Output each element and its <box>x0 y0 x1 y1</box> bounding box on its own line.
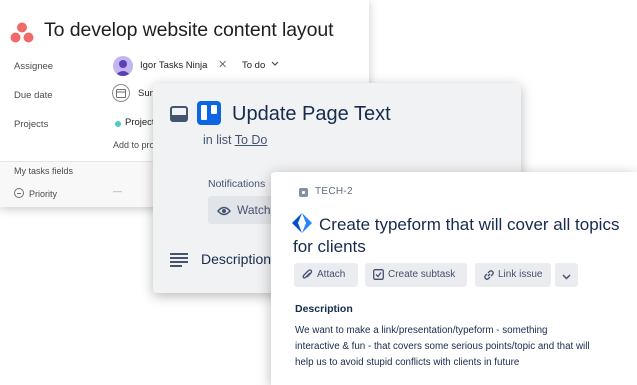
link-issue-label: Link issue <box>498 269 543 280</box>
assignee-label: Assignee <box>14 61 54 72</box>
close-icon[interactable]: ✕ <box>218 58 227 71</box>
card-title[interactable]: Update Page Text <box>232 103 391 126</box>
attach-label: Attach <box>317 269 346 280</box>
link-issue-button[interactable]: Link issue <box>475 263 551 287</box>
project-color-dot <box>115 121 121 127</box>
add-to-projects-button[interactable]: Add to pro <box>113 140 155 150</box>
description-heading: Description <box>295 303 353 315</box>
attach-button[interactable]: Attach <box>294 263 358 287</box>
notifications-label: Notifications <box>208 178 266 190</box>
priority-field: Priority <box>14 188 57 199</box>
status-dropdown[interactable]: To do <box>242 60 279 71</box>
more-actions-button[interactable] <box>555 263 578 287</box>
task-title[interactable]: To develop website content layout <box>44 19 334 42</box>
list-link[interactable]: To Do <box>235 133 268 147</box>
due-date-label: Due date <box>14 90 53 101</box>
description-line: help us to avoid stupid conflicts with c… <box>295 357 520 368</box>
my-tasks-fields-title: My tasks fields <box>14 166 74 176</box>
project-tag[interactable]: Project <box>125 117 155 128</box>
assignee-name[interactable]: Igor Tasks Ninja <box>140 60 207 71</box>
link-icon <box>483 269 495 284</box>
card-list-info: in list To Do <box>203 133 267 147</box>
priority-value[interactable]: — <box>113 186 122 196</box>
issue-type-icon <box>299 188 308 197</box>
subtask-icon <box>373 269 384 283</box>
chevron-down-icon <box>562 272 571 283</box>
projects-label: Projects <box>14 119 49 130</box>
description-line: interactive & fun - that covers some ser… <box>295 341 590 352</box>
calendar-icon[interactable] <box>112 84 130 102</box>
avatar[interactable] <box>113 56 133 76</box>
priority-icon <box>14 188 24 198</box>
watch-label: Watch <box>237 203 271 217</box>
description-heading: Description <box>201 251 272 267</box>
create-subtask-button[interactable]: Create subtask <box>365 263 467 287</box>
create-subtask-label: Create subtask <box>388 269 456 280</box>
status-label: To do <box>242 60 266 71</box>
chevron-down-icon <box>271 61 279 66</box>
trello-logo-icon <box>197 101 221 125</box>
description-body[interactable]: We want to make a link/presentation/type… <box>295 323 625 371</box>
in-list-prefix: in list <box>203 133 232 147</box>
issue-key[interactable]: TECH-2 <box>315 186 353 197</box>
description-icon <box>170 253 188 272</box>
issue-title[interactable]: Create typeform that will cover all topi… <box>293 214 623 258</box>
paperclip-icon <box>302 269 313 284</box>
card-icon <box>170 106 188 127</box>
eye-icon <box>217 204 231 222</box>
asana-logo-icon <box>10 22 34 44</box>
description-line: We want to make a link/presentation/type… <box>295 325 548 336</box>
priority-label: Priority <box>29 189 58 199</box>
jira-issue-panel: TECH-2 Create typeform that will cover a… <box>271 172 637 385</box>
